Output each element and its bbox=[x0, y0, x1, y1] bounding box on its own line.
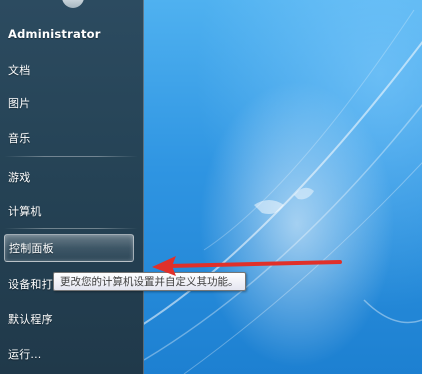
tooltip: 更改您的计算机设置并自定义其功能。 bbox=[53, 272, 246, 291]
menu-item-run[interactable]: 运行... bbox=[4, 340, 134, 368]
tooltip-text: 更改您的计算机设置并自定义其功能。 bbox=[60, 276, 239, 288]
menu-separator bbox=[4, 228, 138, 229]
menu-item-documents[interactable]: 文档 bbox=[4, 56, 134, 84]
menu-separator bbox=[4, 156, 138, 157]
menu-item-games[interactable]: 游戏 bbox=[4, 163, 134, 191]
menu-item-control-panel[interactable]: 控制面板 bbox=[4, 234, 134, 262]
desktop-wallpaper bbox=[144, 0, 422, 374]
menu-item-computer[interactable]: 计算机 bbox=[4, 197, 134, 225]
menu-item-music[interactable]: 音乐 bbox=[4, 124, 134, 152]
wallpaper-swirl bbox=[144, 9, 422, 374]
start-menu-right-pane: Administrator 文档 图片 音乐 游戏 计算机 控制面板 设备和打 … bbox=[0, 0, 144, 374]
menu-item-user[interactable]: Administrator bbox=[4, 20, 134, 48]
user-picture[interactable] bbox=[62, 0, 84, 8]
menu-item-default-programs[interactable]: 默认程序 bbox=[4, 305, 134, 333]
menu-item-pictures[interactable]: 图片 bbox=[4, 89, 134, 117]
